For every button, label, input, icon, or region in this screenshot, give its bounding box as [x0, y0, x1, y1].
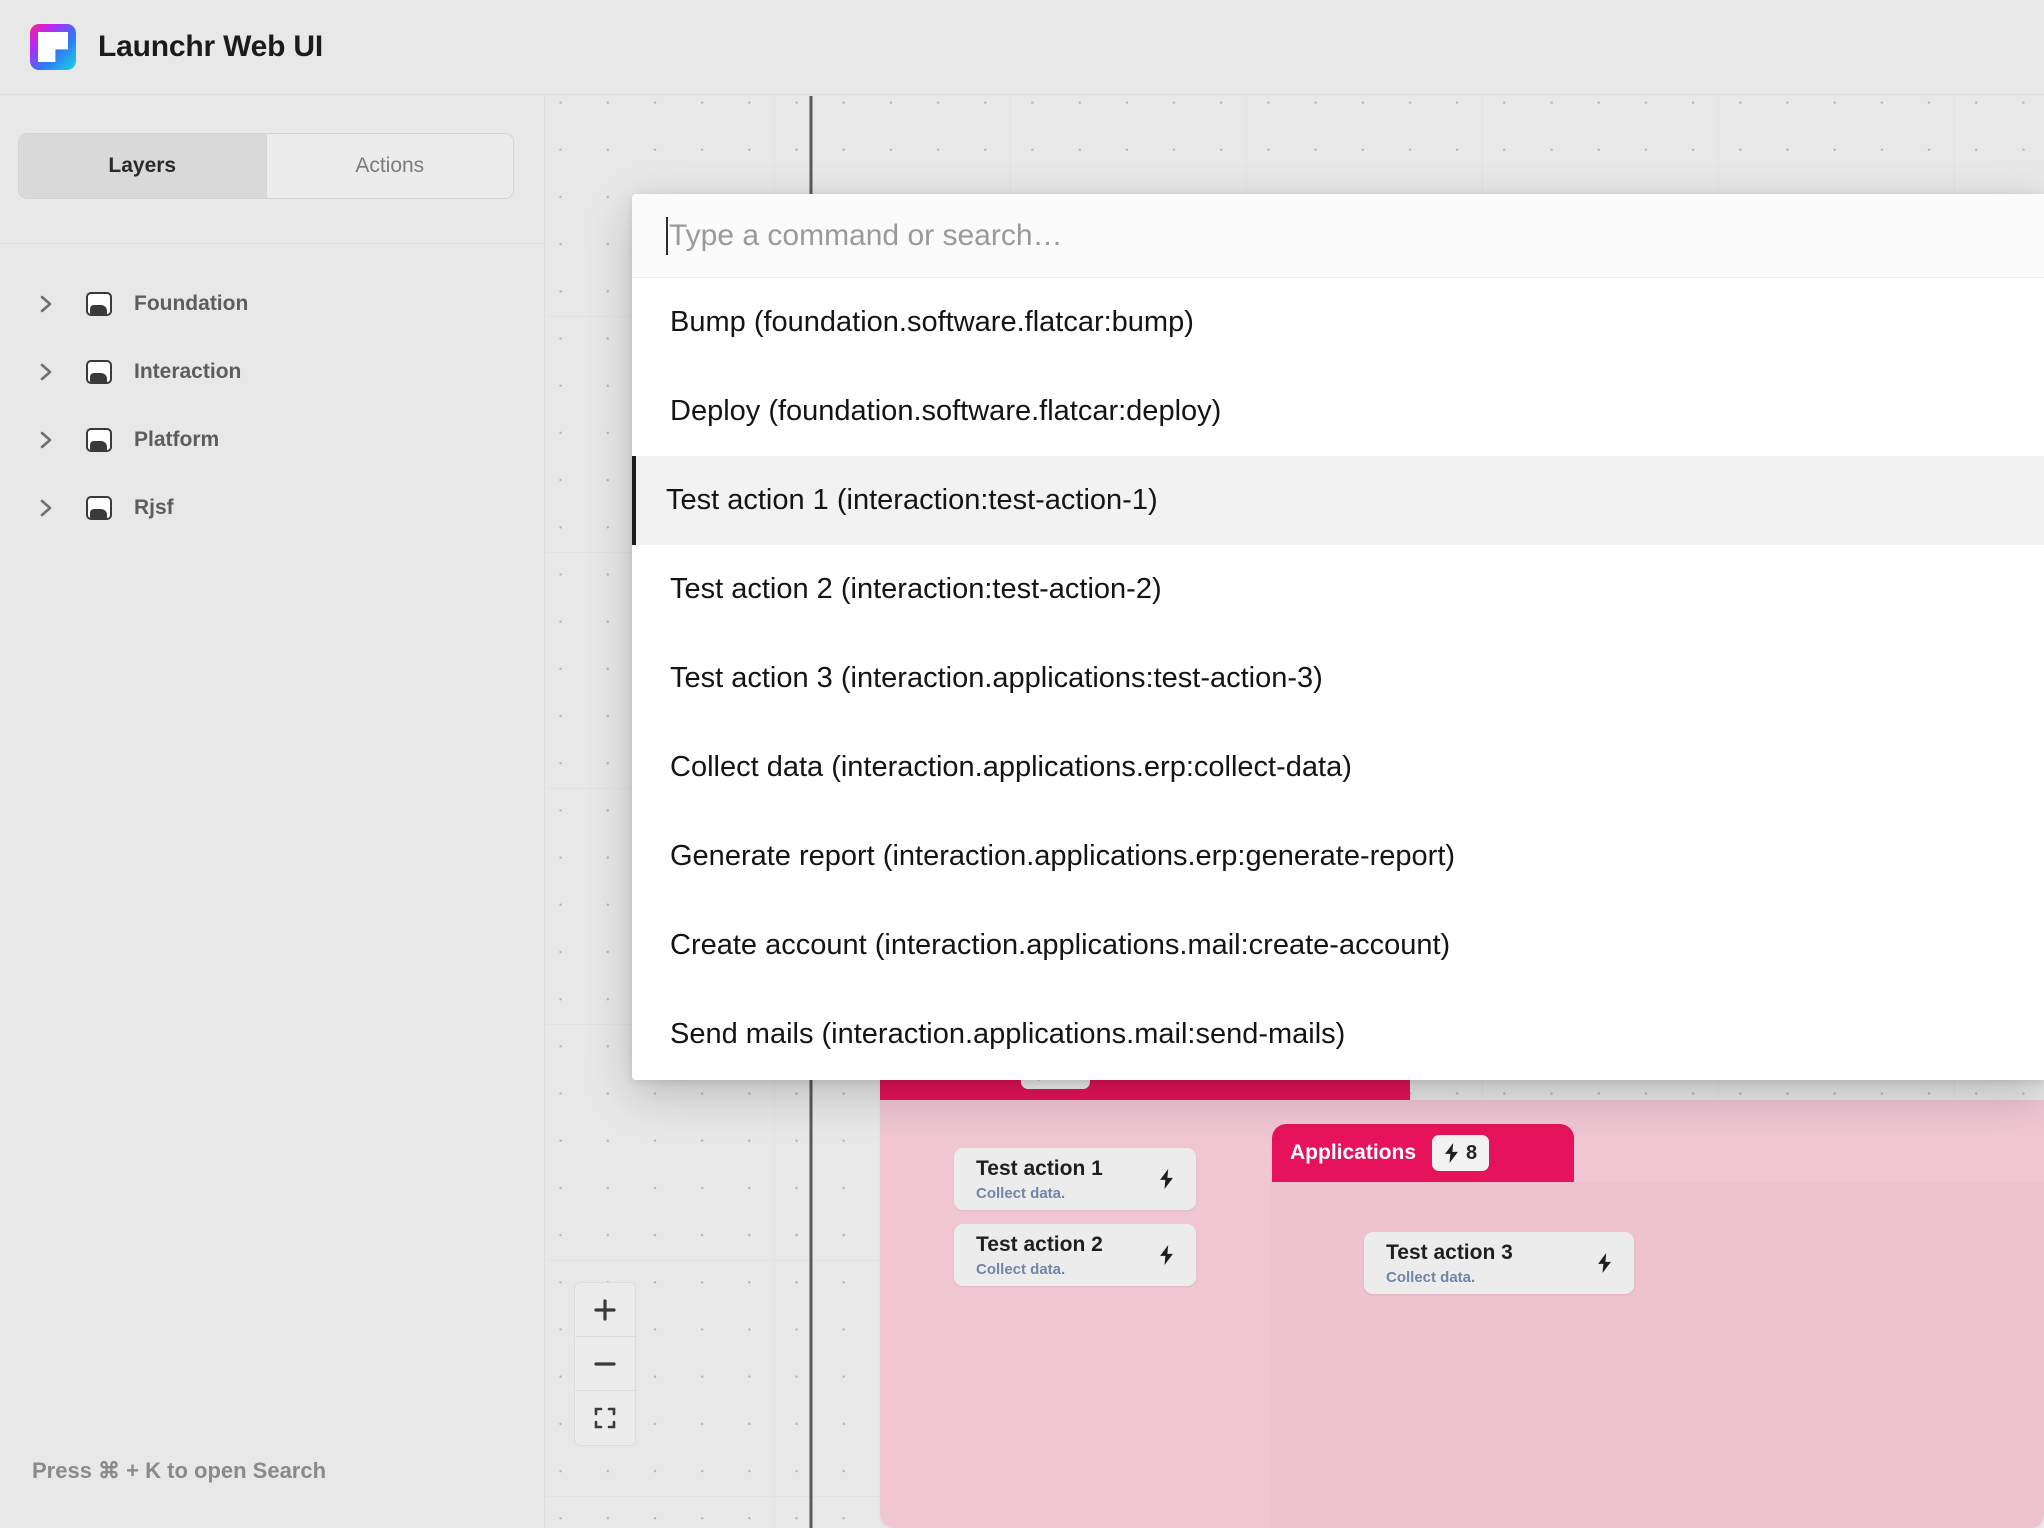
text-caret — [666, 216, 668, 255]
sidebar-item-interaction[interactable]: Interaction — [0, 338, 545, 406]
command-item-label: Test action 3 (interaction.applications:… — [670, 662, 1323, 694]
zoom-out-button[interactable] — [575, 1337, 635, 1391]
command-item-label: Deploy (foundation.software.flatcar:depl… — [670, 395, 1222, 427]
fit-view-icon — [594, 1407, 616, 1429]
action-count-badge: 8 — [1432, 1135, 1490, 1171]
sidebar-item-foundation[interactable]: Foundation — [0, 270, 545, 338]
action-card-title: Test action 2 — [976, 1232, 1103, 1256]
action-card[interactable]: Test action 3 Collect data. — [1364, 1232, 1634, 1294]
chevron-right-icon[interactable] — [36, 429, 58, 451]
command-item[interactable]: Test action 3 (interaction.applications:… — [632, 634, 2044, 723]
command-item-selected[interactable]: Test action 1 (interaction:test-action-1… — [632, 456, 2044, 545]
command-item-label: Test action 2 (interaction:test-action-2… — [670, 573, 1162, 605]
command-palette-search-row[interactable] — [632, 194, 2044, 278]
command-item[interactable]: Collect data (interaction.applications.e… — [632, 723, 2044, 812]
command-item-label: Send mails (interaction.applications.mai… — [670, 1018, 1346, 1050]
lightning-bolt-icon — [1445, 1143, 1458, 1163]
fit-view-button[interactable] — [575, 1391, 635, 1445]
sidebar-item-label: Interaction — [134, 360, 242, 383]
command-palette-list: Bump (foundation.software.flatcar:bump) … — [632, 278, 2044, 1079]
zoom-controls — [574, 1282, 636, 1446]
command-item-label: Generate report (interaction.application… — [670, 840, 1456, 872]
zoom-in-button[interactable] — [575, 1283, 635, 1337]
command-item-label: Collect data (interaction.applications.e… — [670, 751, 1352, 783]
chevron-right-icon[interactable] — [36, 361, 58, 383]
sidebar-divider — [0, 243, 545, 244]
search-input[interactable] — [669, 218, 2044, 253]
left-sidebar: Layers Actions Foundation Interaction Pl… — [0, 95, 545, 1528]
launchr-logo-icon — [30, 24, 76, 70]
logo-inner-shape — [38, 32, 68, 62]
command-item-label: Create account (interaction.applications… — [670, 929, 1451, 961]
chevron-right-icon[interactable] — [36, 293, 58, 315]
group-body-applications: Test action 3 Collect data. — [1272, 1182, 2044, 1528]
tab-actions[interactable]: Actions — [266, 134, 513, 198]
app-header: Launchr Web UI — [0, 0, 2044, 95]
command-item[interactable]: Bump (foundation.software.flatcar:bump) — [632, 278, 2044, 367]
sidebar-item-platform[interactable]: Platform — [0, 406, 545, 474]
command-item-label: Bump (foundation.software.flatcar:bump) — [670, 306, 1194, 338]
action-card[interactable]: Test action 2 Collect data. — [954, 1224, 1196, 1286]
sidebar-item-label: Platform — [134, 428, 220, 451]
tab-actions-label: Actions — [355, 154, 425, 177]
lightning-bolt-icon[interactable] — [1159, 1169, 1174, 1189]
group-header-applications[interactable]: Applications 8 — [1272, 1124, 1574, 1182]
layer-icon — [86, 428, 112, 452]
command-item-label: Test action 1 (interaction:test-action-1… — [666, 484, 1158, 516]
app-root: Launchr Web UI Layers Actions Foundation — [0, 0, 2044, 1528]
page-title: Launchr Web UI — [98, 30, 323, 63]
minus-icon — [594, 1361, 616, 1366]
group-node-applications[interactable]: Applications 8 Test action 3 Collect dat… — [1272, 1124, 2044, 1528]
sidebar-item-rjsf[interactable]: Rjsf — [0, 474, 545, 542]
tab-layers[interactable]: Layers — [19, 134, 267, 198]
command-item[interactable]: Test action 2 (interaction:test-action-2… — [632, 545, 2044, 634]
layer-icon — [86, 496, 112, 520]
plus-icon — [594, 1298, 616, 1321]
sidebar-tabs: Layers Actions — [18, 133, 514, 199]
chevron-right-icon[interactable] — [36, 497, 58, 519]
group-body-interaction: Test action 1 Collect data. Test action … — [880, 1100, 2044, 1528]
action-count-value: 8 — [1466, 1141, 1478, 1164]
tab-layers-label: Layers — [108, 154, 177, 177]
layer-icon — [86, 360, 112, 384]
layer-icon — [86, 292, 112, 316]
sidebar-item-label: Rjsf — [134, 496, 174, 519]
layer-tree: Foundation Interaction Platform Rjsf — [0, 270, 545, 542]
action-card-subtitle: Collect data. — [1386, 1269, 1476, 1287]
command-item[interactable]: Create account (interaction.applications… — [632, 901, 2044, 990]
group-title: Applications — [1290, 1141, 1417, 1164]
command-item[interactable]: Send mails (interaction.applications.mai… — [632, 990, 2044, 1079]
lightning-bolt-icon[interactable] — [1597, 1253, 1612, 1273]
command-item[interactable]: Generate report (interaction.application… — [632, 812, 2044, 901]
action-card[interactable]: Test action 1 Collect data. — [954, 1148, 1196, 1210]
sidebar-item-label: Foundation — [134, 292, 249, 315]
action-card-subtitle: Collect data. — [976, 1185, 1066, 1203]
action-card-title: Test action 3 — [1386, 1240, 1513, 1264]
command-palette[interactable]: Bump (foundation.software.flatcar:bump) … — [632, 194, 2044, 1080]
action-card-subtitle: Collect data. — [976, 1261, 1066, 1279]
search-shortcut-hint: Press ⌘ + K to open Search — [32, 1458, 327, 1483]
action-card-title: Test action 1 — [976, 1156, 1103, 1180]
lightning-bolt-icon[interactable] — [1159, 1245, 1174, 1265]
group-node-interaction[interactable]: Interaction 10 Test action 1 Collect dat… — [880, 1042, 2044, 1528]
command-item[interactable]: Deploy (foundation.software.flatcar:depl… — [632, 367, 2044, 456]
